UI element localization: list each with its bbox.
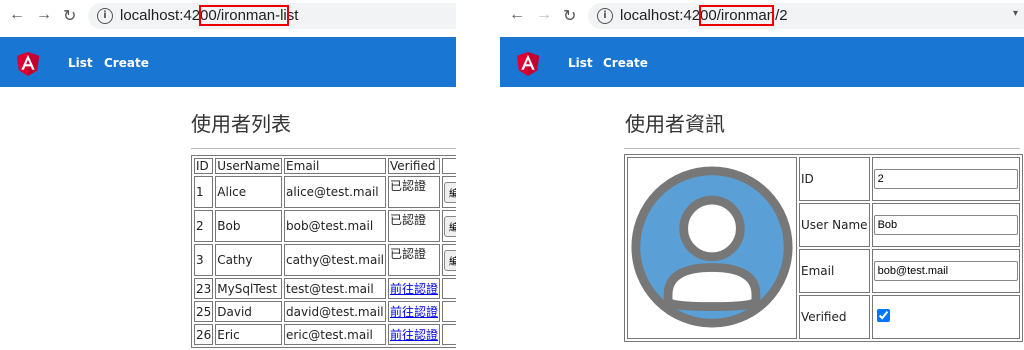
header-username: UserName — [215, 158, 283, 174]
nav-list-link[interactable]: List — [68, 56, 93, 70]
table-row: 1Alicealice@test.mail已認證 編輯 — [194, 176, 456, 208]
email-cell — [871, 249, 1020, 293]
forward-arrow-icon[interactable]: → — [536, 6, 552, 24]
cell-id: 23 — [194, 278, 214, 299]
verify-link[interactable]: 前往認證 — [390, 305, 438, 319]
verified-checkbox[interactable] — [876, 309, 890, 322]
cell-email: eric@test.mail — [284, 324, 386, 345]
table-row: 23 MySqlTest test@test.mail 前往認證 — [194, 278, 456, 299]
email-label: Email — [799, 249, 870, 293]
email-input[interactable] — [873, 261, 1018, 281]
table-row: 25 David david@test.mail 前往認證 — [194, 301, 456, 322]
info-icon[interactable]: i — [597, 8, 613, 24]
header-id: ID — [194, 158, 214, 174]
info-icon[interactable]: i — [97, 8, 113, 24]
cell-id: 1 — [194, 176, 214, 208]
cell-verified: 前往認證 — [387, 278, 440, 299]
back-arrow-icon[interactable]: ← — [509, 6, 525, 24]
page-title: 使用者資訊 — [625, 112, 725, 136]
id-cell — [871, 157, 1020, 201]
cell-verified: 已認證 — [387, 176, 440, 208]
verified-status: 已認證 — [389, 247, 426, 261]
cell-username: Alice — [215, 176, 283, 208]
header-verified: Verified — [387, 158, 440, 174]
cell-id: 3 — [194, 244, 214, 276]
avatar-icon — [631, 165, 793, 328]
cell-verified: 前往認證 — [387, 301, 440, 322]
table-row: 26 Eric eric@test.mail 前往認證 — [194, 324, 456, 345]
edit-button[interactable]: 編輯 — [444, 181, 456, 203]
header-email: Email — [284, 158, 386, 174]
username-cell — [871, 203, 1020, 247]
cell-actions — [442, 278, 456, 299]
cell-id: 26 — [194, 324, 214, 345]
url-path-highlight — [199, 5, 289, 26]
edit-button[interactable]: 編輯 — [444, 249, 456, 271]
address-bar: ← → ↻ i localhost:4200/ironman-list — [0, 0, 456, 32]
page-title: 使用者列表 — [191, 112, 291, 136]
username-input[interactable] — [873, 215, 1018, 235]
cell-actions — [442, 301, 456, 322]
cell-email: david@test.mail — [284, 301, 386, 322]
cell-email: bob@test.mail — [284, 210, 386, 242]
table-row: 3Cathycathy@test.mail已認證 編輯 — [194, 244, 456, 276]
title-divider — [191, 148, 456, 149]
chevron-down-icon[interactable]: ▾ — [1013, 8, 1018, 19]
cell-username: Eric — [215, 324, 283, 345]
cell-email: cathy@test.mail — [284, 244, 386, 276]
header-actions — [442, 158, 456, 174]
browser-window-detail: ← → ↻ i localhost:4200/ironman/2 ▾ List … — [500, 0, 1024, 350]
app-toolbar: List Create — [500, 37, 1024, 87]
user-table: ID UserName Email Verified 1 Alice alice@t… — [191, 155, 456, 348]
nav-create-link[interactable]: Create — [104, 56, 149, 70]
angular-logo-icon[interactable] — [516, 51, 540, 77]
url-field[interactable]: i localhost:4200/ironman-list — [88, 3, 456, 29]
address-bar: ← → ↻ i localhost:4200/ironman/2 ▾ — [500, 0, 1024, 32]
detail-row-id: ID — [627, 157, 1020, 339]
id-label: ID — [799, 157, 870, 201]
username-label: User Name — [799, 203, 870, 247]
reload-icon[interactable]: ↻ — [563, 6, 576, 26]
cell-verified: 已認證 — [387, 210, 440, 242]
table-header-row: ID UserName Email Verified — [194, 158, 456, 174]
back-arrow-icon[interactable]: ← — [9, 6, 25, 24]
reload-icon[interactable]: ↻ — [63, 6, 76, 26]
user-detail-table: ID User Name Email Verified — [624, 154, 1023, 342]
cell-actions — [442, 324, 456, 345]
verify-link[interactable]: 前往認證 — [390, 282, 438, 296]
cell-id: 2 — [194, 210, 214, 242]
cell-username: Bob — [215, 210, 283, 242]
cell-actions: 編輯 — [442, 210, 456, 242]
app-toolbar: List Create — [0, 37, 456, 87]
window-gap — [456, 0, 500, 350]
title-divider — [624, 148, 1020, 149]
cell-email: test@test.mail — [284, 278, 386, 299]
verified-status: 已認證 — [389, 179, 426, 193]
cell-username: MySqlTest — [215, 278, 283, 299]
id-input[interactable] — [873, 169, 1018, 189]
forward-arrow-icon[interactable]: → — [36, 6, 52, 24]
nav-create-link[interactable]: Create — [603, 56, 648, 70]
verified-cell — [871, 295, 1020, 339]
table-row: 2Bobbob@test.mail已認證 編輯 — [194, 210, 456, 242]
cell-actions: 編輯 — [442, 244, 456, 276]
nav-list-link[interactable]: List — [568, 56, 593, 70]
angular-logo-icon[interactable] — [16, 51, 40, 77]
edit-button[interactable]: 編輯 — [444, 215, 456, 237]
cell-verified: 已認證 — [387, 244, 440, 276]
cell-actions: 編輯 — [442, 176, 456, 208]
url-field[interactable]: i localhost:4200/ironman/2 ▾ — [588, 3, 1024, 29]
verified-label: Verified — [799, 295, 870, 339]
cell-username: Cathy — [215, 244, 283, 276]
url-path-highlight — [699, 5, 774, 26]
cell-username: David — [215, 301, 283, 322]
cell-email: alice@test.mail — [284, 176, 386, 208]
verify-link[interactable]: 前往認證 — [390, 328, 438, 342]
cell-verified: 前往認證 — [387, 324, 440, 345]
avatar-cell — [627, 157, 797, 339]
cell-id: 25 — [194, 301, 214, 322]
verified-status: 已認證 — [389, 213, 426, 227]
browser-window-list: ← → ↻ i localhost:4200/ironman-list List… — [0, 0, 456, 350]
